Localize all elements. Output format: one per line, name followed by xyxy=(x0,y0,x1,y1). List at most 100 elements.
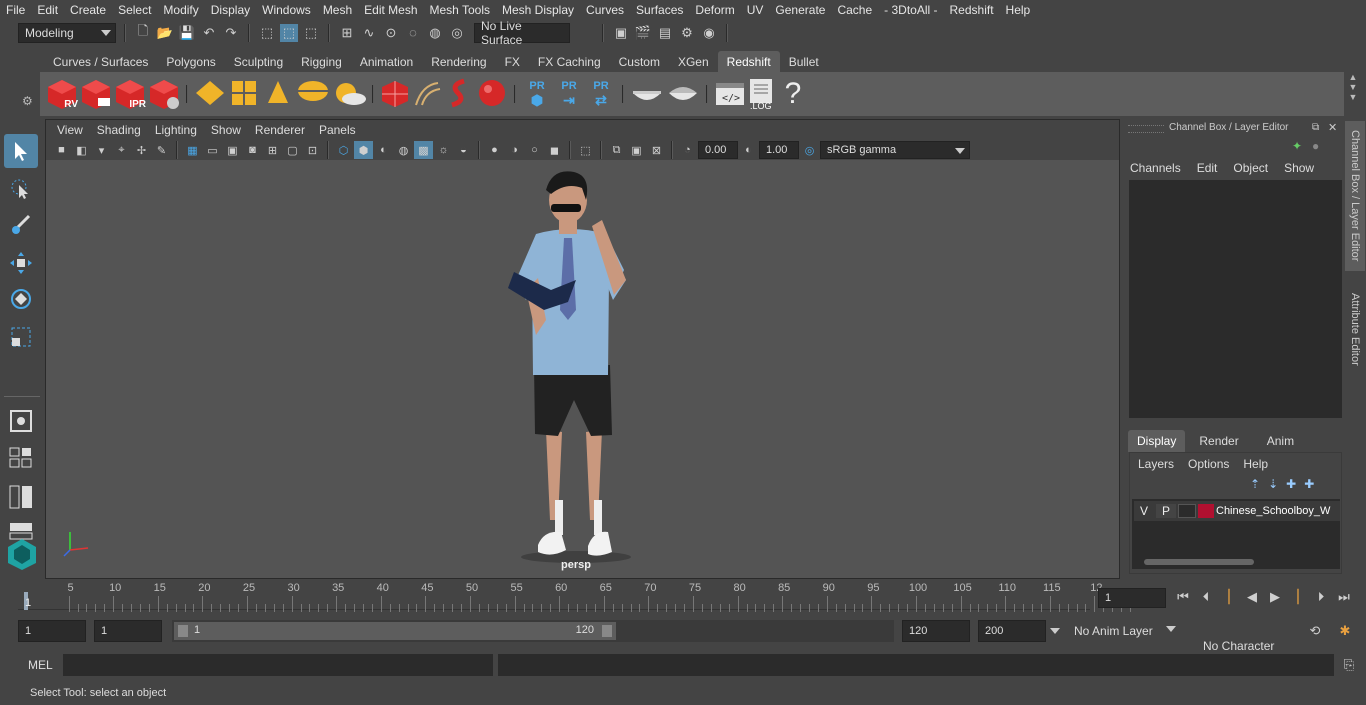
ipr-render-icon[interactable]: ▤ xyxy=(656,24,674,42)
speed-icon[interactable]: ● xyxy=(1312,139,1319,153)
viewport-menu-shading[interactable]: Shading xyxy=(90,123,148,137)
step-forward-icon[interactable]: ⏵ xyxy=(1312,588,1330,606)
menu-edit-mesh[interactable]: Edit Mesh xyxy=(358,3,423,17)
menu-modify[interactable]: Modify xyxy=(157,3,204,17)
move-layer-up-icon[interactable]: ⇡ xyxy=(1250,477,1260,491)
open-scene-icon[interactable]: 📂 xyxy=(156,24,174,42)
menu-uv[interactable]: UV xyxy=(741,3,770,17)
bowl-icon[interactable] xyxy=(630,77,664,112)
volume-icon[interactable] xyxy=(444,77,474,112)
show-menu[interactable]: Show xyxy=(1284,161,1314,175)
scale-tool-icon[interactable] xyxy=(4,320,38,354)
menu-windows[interactable]: Windows xyxy=(256,3,317,17)
end-time-dropdown-arrow[interactable] xyxy=(1050,628,1060,634)
options-menu[interactable]: Options xyxy=(1188,457,1229,471)
xray-icon[interactable]: ▩ xyxy=(414,141,433,159)
viewport-menu-view[interactable]: View xyxy=(50,123,90,137)
menu-redshift[interactable]: Redshift xyxy=(944,3,1000,17)
tab-attribute-editor[interactable]: Attribute Editor xyxy=(1345,279,1365,379)
render-icon[interactable]: 🎬 xyxy=(634,24,652,42)
range-handle[interactable]: 1 120 xyxy=(174,622,616,640)
layer-color-swatch[interactable] xyxy=(1198,504,1214,518)
auto-key-icon[interactable]: ⟲ xyxy=(1306,622,1324,640)
textured-icon[interactable]: ◍ xyxy=(394,141,413,159)
wireframe-on-shaded-icon[interactable]: ◐ xyxy=(374,141,393,159)
tab-fx[interactable]: FX xyxy=(496,51,529,72)
menu-curves[interactable]: Curves xyxy=(580,3,630,17)
color-management-icon[interactable]: ◎ xyxy=(800,141,819,159)
tab-redshift[interactable]: Redshift xyxy=(717,51,780,72)
viewport-menu-show[interactable]: Show xyxy=(204,123,248,137)
tab-fx-caching[interactable]: FX Caching xyxy=(529,51,610,72)
tab-sculpting[interactable]: Sculpting xyxy=(225,51,292,72)
menu-mesh-display[interactable]: Mesh Display xyxy=(496,3,580,17)
sphere-icon[interactable] xyxy=(476,77,508,112)
menu-cache[interactable]: Cache xyxy=(831,3,878,17)
close-icon[interactable]: ✕ xyxy=(1328,121,1337,134)
tab-custom[interactable]: Custom xyxy=(610,51,669,72)
go-to-end-icon[interactable]: ⏭ xyxy=(1335,588,1353,606)
menu-3dtoall[interactable]: - 3DtoAll - xyxy=(878,3,943,17)
redshift-render-icon[interactable] xyxy=(80,78,112,110)
menu-mesh[interactable]: Mesh xyxy=(317,3,358,17)
exposure-icon[interactable]: ◔ xyxy=(678,141,697,159)
gamma-field[interactable]: 1.00 xyxy=(759,141,799,159)
rotate-tool-icon[interactable] xyxy=(4,282,38,316)
snap-curve-icon[interactable]: ∿ xyxy=(360,24,378,42)
camera-icon[interactable]: ■ xyxy=(52,141,71,159)
mode-dropdown[interactable]: Modeling xyxy=(18,22,116,43)
smooth-shade-icon[interactable]: ⬢ xyxy=(354,141,373,159)
move-layer-down-icon[interactable]: ⇣ xyxy=(1268,477,1278,491)
layer-scrollbar[interactable] xyxy=(1134,557,1338,567)
menu-mesh-tools[interactable]: Mesh Tools xyxy=(424,3,496,17)
viewport-menu-renderer[interactable]: Renderer xyxy=(248,123,312,137)
step-forward-key-icon[interactable]: ⎮ xyxy=(1289,588,1307,606)
live-surface-field[interactable]: No Live Surface xyxy=(474,19,570,47)
tab-xgen[interactable]: XGen xyxy=(669,51,718,72)
current-frame-field[interactable]: 1 xyxy=(1098,588,1166,608)
channel-list[interactable] xyxy=(1129,180,1342,418)
dof-icon[interactable]: ◼ xyxy=(545,141,564,159)
playback-start-field[interactable]: 1 xyxy=(94,620,162,642)
tab-rendering[interactable]: Rendering xyxy=(422,51,495,72)
safe-title-icon[interactable]: ⊡ xyxy=(303,141,322,159)
snap-live-icon[interactable]: ◎ xyxy=(448,24,466,42)
shadows-icon[interactable]: ◒ xyxy=(454,141,473,159)
xray-joints-icon[interactable]: ⧉ xyxy=(607,141,626,159)
redo-icon[interactable]: ↷ xyxy=(222,24,240,42)
xray-active-icon[interactable]: ▣ xyxy=(627,141,646,159)
resolution-gate-icon[interactable]: ▣ xyxy=(223,141,242,159)
pr-object-icon[interactable]: PR ⬢ xyxy=(522,80,552,109)
new-layer-selected-icon[interactable]: ✚ xyxy=(1304,477,1314,491)
film-gate-icon[interactable]: ▭ xyxy=(203,141,222,159)
grid-icon[interactable]: ▦ xyxy=(183,141,202,159)
time-slider[interactable]: 1 5 10 15 20 25 30 35 40 45 50 55 60 65 70 75 80 85 90 95 1… xyxy=(18,582,1132,612)
select-tool-icon[interactable] xyxy=(4,134,38,168)
help-icon[interactable]: ? xyxy=(780,77,806,111)
cb-edit-menu[interactable]: Edit xyxy=(1197,161,1218,175)
gamma-icon[interactable]: ◐ xyxy=(739,141,758,159)
new-scene-icon[interactable]: 🗋 xyxy=(134,23,152,42)
motion-blur-icon[interactable]: ◑ xyxy=(505,141,524,159)
step-back-key-icon[interactable]: ⎮ xyxy=(1220,588,1238,606)
redshift-ipr-icon[interactable]: IPR xyxy=(114,78,146,110)
grease-pencil-icon[interactable]: ✎ xyxy=(152,141,171,159)
object-menu[interactable]: Object xyxy=(1233,161,1268,175)
hypershade-icon[interactable]: ◉ xyxy=(700,24,718,42)
channels-menu[interactable]: Channels xyxy=(1130,161,1181,175)
pr-swap-icon[interactable]: PR ⇄ xyxy=(586,80,616,109)
outliner-view-icon[interactable] xyxy=(4,480,38,514)
redshift-settings-icon[interactable] xyxy=(148,78,180,110)
panel-float-icon[interactable]: ⧉ xyxy=(1312,122,1319,133)
menu-edit[interactable]: Edit xyxy=(31,3,64,17)
viewport-menu-lighting[interactable]: Lighting xyxy=(148,123,204,137)
hud-icon[interactable]: ⊠ xyxy=(647,141,666,159)
menu-select[interactable]: Select xyxy=(112,3,157,17)
layer-type-toggle[interactable] xyxy=(1178,504,1196,518)
light-area-icon[interactable] xyxy=(228,77,260,112)
menu-create[interactable]: Create xyxy=(64,3,112,17)
redshift-rv-icon[interactable]: RV xyxy=(46,78,78,110)
pie-icon[interactable] xyxy=(666,77,700,112)
proxy-icon[interactable] xyxy=(380,77,410,112)
scroll-thumb[interactable] xyxy=(1144,559,1254,565)
